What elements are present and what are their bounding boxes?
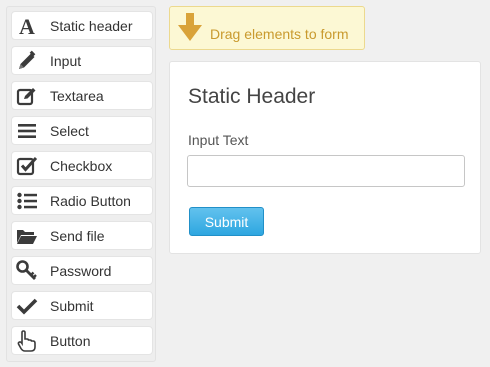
- palette-item-label: Select: [50, 122, 89, 139]
- palette-item-password[interactable]: Password: [11, 256, 153, 285]
- palette-item-label: Textarea: [50, 87, 104, 104]
- palette-item-label: Checkbox: [50, 157, 113, 174]
- palette-item-label: Radio Button: [50, 192, 131, 209]
- palette-item-label: Button: [50, 332, 91, 349]
- input-text-label: Input Text: [188, 132, 249, 148]
- palette-item-static-header[interactable]: A Static header: [11, 11, 153, 40]
- palette-item-textarea[interactable]: Textarea: [11, 81, 153, 110]
- element-palette: A Static header Input Textarea Select Ch…: [6, 6, 156, 362]
- key-icon: [16, 259, 38, 282]
- palette-item-label: Static header: [50, 17, 133, 34]
- palette-item-label: Submit: [50, 297, 94, 314]
- drop-zone-hint: Drag elements to form: [169, 6, 365, 50]
- palette-item-label: Input: [50, 52, 82, 69]
- input-text-field[interactable]: [187, 155, 465, 187]
- pointing-hand-icon: [16, 329, 38, 352]
- svg-text:A: A: [19, 15, 35, 37]
- palette-item-button[interactable]: Button: [11, 326, 153, 355]
- palette-item-submit[interactable]: Submit: [11, 291, 153, 320]
- palette-item-checkbox[interactable]: Checkbox: [11, 151, 153, 180]
- palette-item-select[interactable]: Select: [11, 116, 153, 145]
- bullet-list-icon: [16, 190, 38, 212]
- edit-box-icon: [16, 85, 38, 107]
- form-static-header: Static Header: [188, 85, 316, 108]
- check-mark-icon: [16, 295, 38, 317]
- palette-item-input[interactable]: Input: [11, 46, 153, 75]
- folder-open-icon: [16, 225, 38, 247]
- pencil-icon: [16, 50, 38, 72]
- submit-button[interactable]: Submit: [189, 207, 264, 236]
- palette-item-send-file[interactable]: Send file: [11, 221, 153, 250]
- palette-item-label: Send file: [50, 227, 105, 244]
- palette-item-label: Password: [50, 262, 112, 279]
- drop-hint-text: Drag elements to form: [210, 26, 349, 42]
- form-canvas: Static Header Input Text Submit: [169, 61, 481, 254]
- hamburger-list-icon: [16, 120, 38, 142]
- palette-item-radio-button[interactable]: Radio Button: [11, 186, 153, 215]
- arrow-down-icon: [176, 13, 204, 43]
- checked-box-icon: [16, 155, 38, 177]
- letter-a-icon: A: [16, 15, 38, 37]
